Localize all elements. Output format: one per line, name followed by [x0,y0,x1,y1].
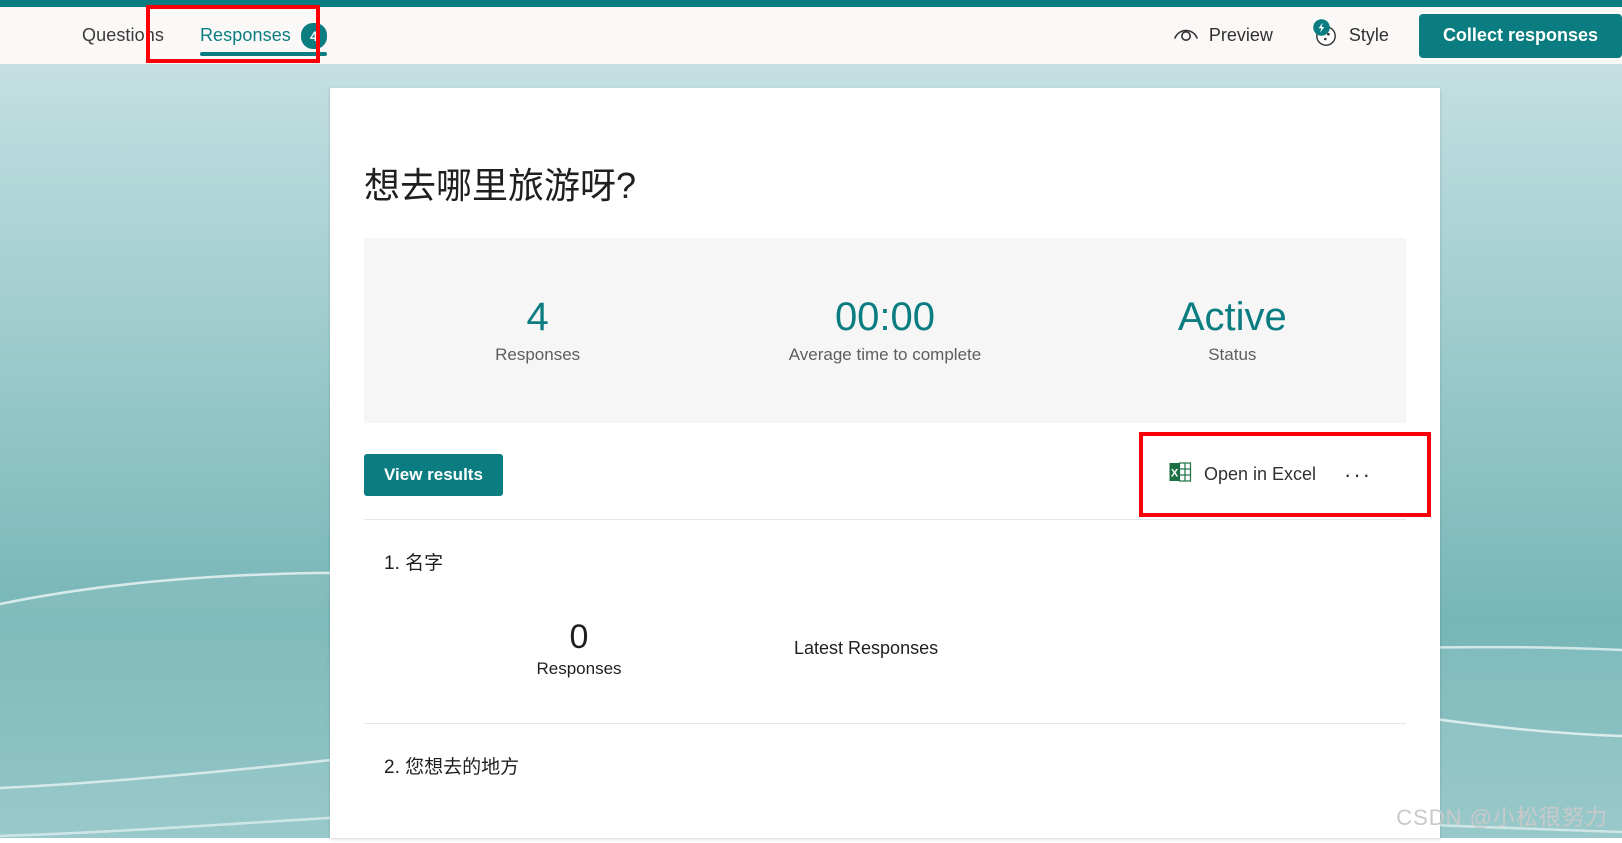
style-palette-icon [1309,18,1339,53]
summary-status-value: Active [1177,295,1287,340]
summary-responses: 4 Responses [364,295,711,365]
tab-responses-label: Responses [199,25,291,45]
question-2-text: 您想去的地方 [405,756,520,778]
summary-responses-label: Responses [495,345,581,365]
question-1-text: 名字 [405,552,444,574]
question-2-title: 2. 您想去的地方 [364,752,1406,779]
tab-active-underline [199,52,327,56]
results-actions-row: View results X Open in Excel ··· [364,445,1406,505]
command-bar-actions: Preview Style Collect responses [1155,7,1622,64]
tab-questions[interactable]: Questions [64,7,182,64]
summary-average-time-label: Average time to complete [788,345,982,365]
question-1-count-value: 0 [569,618,589,657]
question-1-latest-responses-link[interactable]: Latest Responses [794,638,938,659]
question-1-count-label: Responses [536,659,622,679]
svg-text:X: X [1171,468,1179,480]
more-options-button[interactable]: ··· [1338,460,1378,490]
excel-icon: X [1168,460,1192,489]
tab-list: Questions Responses 4 [0,7,345,64]
collect-responses-button[interactable]: Collect responses [1418,13,1622,58]
summary-responses-value: 4 [526,295,549,340]
tab-questions-label: Questions [82,25,164,45]
summary-average-time: 00:00 Average time to complete [711,295,1058,365]
form-title: 想去哪里旅游呀? [364,165,637,206]
summary-panel: 4 Responses 00:00 Average time to comple… [364,237,1406,423]
view-results-button[interactable]: View results [364,453,503,496]
form-card: 想去哪里旅游呀? 4 Responses 00:00 Average time … [330,88,1440,838]
question-block-2: 2. 您想去的地方 [364,724,1406,779]
style-label: Style [1348,25,1389,45]
question-1-response-count: 0 Responses [364,618,794,679]
top-accent-strip [0,0,1622,7]
export-actions: X Open in Excel ··· [1168,460,1406,490]
question-1-number: 1. [384,552,400,574]
eye-icon [1173,24,1199,47]
summary-status: Active Status [1059,295,1406,365]
open-in-excel-button[interactable]: X Open in Excel [1168,460,1316,489]
preview-button[interactable]: Preview [1155,16,1291,56]
watermark-text: CSDN @小松很努力 [1396,805,1608,830]
summary-average-time-value: 00:00 [834,295,936,340]
open-in-excel-label: Open in Excel [1203,464,1317,485]
style-button[interactable]: Style [1291,16,1407,56]
tab-responses-count-badge: 4 [300,22,327,49]
question-2-number: 2. [384,756,400,778]
summary-status-label: Status [1208,345,1257,365]
question-1-body: 0 Responses Latest Responses [364,589,1406,709]
tab-responses[interactable]: Responses 4 [182,7,345,64]
preview-label: Preview [1208,25,1273,45]
question-1-title: 1. 名字 [364,548,1406,575]
command-bar: Questions Responses 4 Preview Style Coll… [0,7,1622,64]
question-block-1: 1. 名字 0 Responses Latest Responses [364,520,1406,709]
